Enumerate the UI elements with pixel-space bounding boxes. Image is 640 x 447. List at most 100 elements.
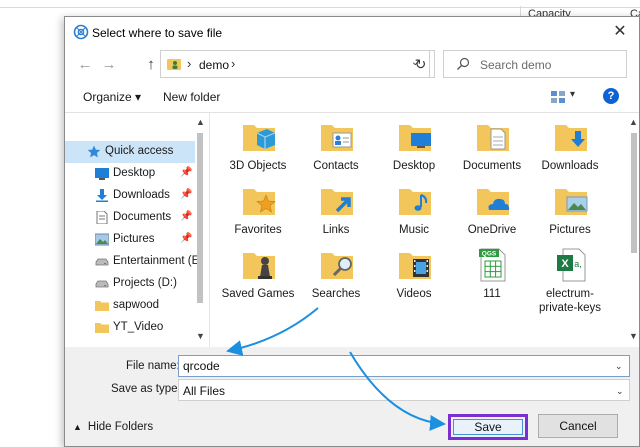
svg-text:a,: a, — [574, 259, 582, 269]
scroll-down-icon[interactable]: ▼ — [629, 331, 638, 341]
navigation-pane: Quick access Desktop 📌 Downloads 📌 Docum… — [65, 113, 210, 347]
organize-button[interactable]: Organize ▾ — [83, 90, 141, 104]
file-item-3d-objects[interactable]: 3D Objects — [219, 117, 297, 179]
qgs-file-icon: QGS — [479, 248, 506, 282]
up-button[interactable]: ↑ — [141, 55, 161, 75]
file-item-videos[interactable]: Videos — [375, 245, 453, 307]
scroll-down-icon[interactable]: ▼ — [196, 331, 205, 341]
pin-icon: 📌 — [180, 189, 193, 200]
save-form: File name: ⌄ Save as type: All Files ⌄ ▲… — [65, 347, 639, 446]
navigation-scrollbar[interactable]: ▲ ▼ — [194, 113, 208, 347]
cancel-button[interactable]: Cancel — [538, 414, 618, 438]
view-options-button[interactable]: ▾ — [551, 89, 577, 104]
sidebar-item-entertainment[interactable]: Entertainment (E: — [65, 251, 202, 273]
save-button[interactable]: Save — [448, 414, 528, 440]
sidebar-item-sapwood[interactable]: sapwood — [65, 295, 195, 317]
sidebar-item-quick-access[interactable]: Quick access — [65, 141, 195, 163]
chevron-up-icon: ▲ — [73, 422, 82, 432]
view-grid-icon — [551, 91, 565, 103]
pin-icon: 📌 — [180, 167, 193, 178]
file-item-music[interactable]: Music — [375, 181, 453, 243]
sidebar-item-documents[interactable]: Documents 📌 — [65, 207, 195, 229]
sidebar-item-yt-video[interactable]: YT_Video — [65, 317, 195, 339]
searches-folder-icon — [321, 253, 353, 279]
folder-icon — [95, 301, 109, 311]
save-button-label: Save — [474, 420, 502, 434]
breadcrumb-separator-end[interactable]: › — [231, 56, 235, 71]
file-item-saved-games[interactable]: Saved Games — [219, 245, 297, 307]
pictures-folder-icon — [555, 189, 588, 215]
downloads-folder-icon — [555, 125, 587, 151]
pin-icon: 📌 — [180, 233, 193, 244]
music-folder-icon — [399, 189, 431, 215]
electrum-icon — [73, 24, 89, 40]
download-icon — [96, 189, 108, 202]
file-item-favorites[interactable]: Favorites — [219, 181, 297, 243]
file-name-label: File name: — [126, 360, 180, 372]
saved-games-folder-icon — [243, 253, 275, 279]
file-name-dropdown-icon[interactable]: ⌄ — [615, 361, 623, 372]
help-button[interactable]: ? — [603, 88, 619, 104]
excel-file-icon: Xa, — [557, 248, 586, 282]
sidebar-item-projects[interactable]: Projects (D:) — [65, 273, 195, 295]
file-item-onedrive[interactable]: OneDrive — [453, 181, 531, 243]
pictures-icon — [95, 233, 109, 246]
scroll-up-icon[interactable]: ▲ — [629, 117, 638, 127]
sidebar-item-pictures[interactable]: Pictures 📌 — [65, 229, 195, 251]
new-folder-button[interactable]: New folder — [163, 90, 220, 104]
address-bar[interactable]: › demo › ⌄ — [160, 50, 430, 78]
3d-objects-folder-icon — [243, 125, 276, 151]
drive-icon — [95, 280, 109, 288]
sidebar-item-desktop[interactable]: Desktop 📌 — [65, 163, 195, 185]
qgs-badge-label: QGS — [482, 251, 497, 258]
pin-icon: 📌 — [180, 211, 193, 222]
file-list: 3D Objects Contacts Desktop Documents Do… — [211, 113, 639, 347]
drive-icon — [95, 258, 109, 266]
forward-button[interactable]: → — [99, 55, 119, 75]
search-input[interactable]: Search demo — [480, 58, 551, 72]
file-name-input[interactable] — [178, 355, 630, 377]
scrollbar-thumb[interactable] — [197, 133, 203, 303]
folder-icon — [95, 323, 109, 333]
file-list-scrollbar[interactable]: ▲ ▼ — [627, 113, 639, 347]
scrollbar-thumb[interactable] — [631, 133, 637, 253]
file-item-desktop[interactable]: Desktop — [375, 117, 453, 179]
dialog-title: Select where to save file — [92, 26, 223, 40]
refresh-button[interactable]: ↻ — [407, 50, 435, 78]
sidebar-item-downloads[interactable]: Downloads 📌 — [65, 185, 195, 207]
hide-folders-button[interactable]: ▲ Hide Folders — [73, 421, 153, 433]
view-dropdown-icon: ▾ — [570, 89, 576, 100]
file-item-links[interactable]: Links — [297, 181, 375, 243]
excel-badge-label: X — [561, 258, 569, 270]
file-item-pictures[interactable]: Pictures — [531, 181, 609, 243]
chevron-down-icon: ⌄ — [616, 386, 624, 396]
favorites-folder-icon — [243, 189, 276, 215]
links-folder-icon — [321, 189, 353, 215]
back-button[interactable]: ← — [75, 55, 95, 75]
desktop-folder-icon — [399, 125, 431, 151]
onedrive-folder-icon — [477, 189, 510, 215]
command-toolbar: Organize ▾ New folder ▾ ? — [65, 83, 639, 113]
folder-user-icon — [167, 59, 181, 70]
file-item-contacts[interactable]: Contacts — [297, 117, 375, 179]
save-as-type-select[interactable]: All Files ⌄ — [178, 379, 630, 401]
desktop-icon — [95, 168, 109, 180]
scroll-up-icon[interactable]: ▲ — [196, 117, 205, 127]
search-icon — [457, 57, 470, 70]
file-item-111[interactable]: QGS 111 — [453, 245, 531, 307]
document-icon — [96, 211, 108, 224]
search-box[interactable]: Search demo — [443, 50, 627, 78]
breadcrumb-demo[interactable]: demo — [199, 58, 229, 72]
star-icon — [87, 145, 101, 158]
hide-folders-label: Hide Folders — [87, 421, 154, 433]
dialog-titlebar: Select where to save file ✕ — [65, 17, 639, 47]
file-item-documents[interactable]: Documents — [453, 117, 531, 179]
file-item-downloads[interactable]: Downloads — [531, 117, 609, 179]
save-as-type-label: Save as type: — [111, 383, 181, 395]
file-item-electrum-private-keys[interactable]: Xa, electrum-private-keys — [531, 245, 609, 314]
breadcrumb-separator: › — [187, 56, 192, 71]
contacts-folder-icon — [321, 125, 353, 151]
close-button[interactable]: ✕ — [611, 23, 629, 41]
file-item-searches[interactable]: Searches — [297, 245, 375, 307]
videos-folder-icon — [399, 253, 431, 279]
